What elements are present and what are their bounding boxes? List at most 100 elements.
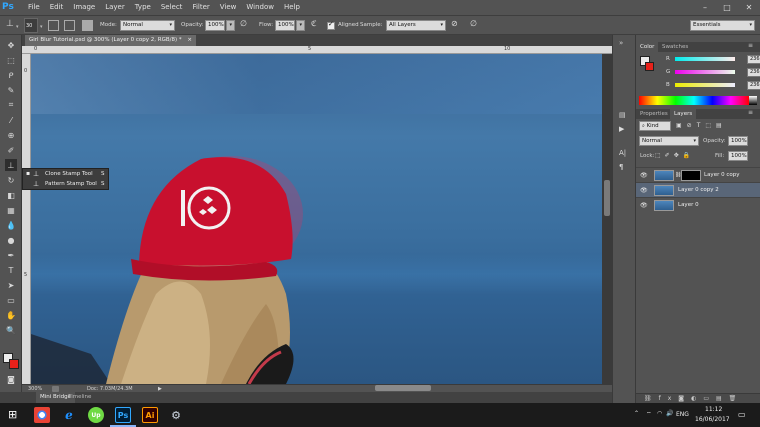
close-icon[interactable]: × (187, 37, 192, 43)
visibility-eye-icon[interactable]: 👁 (640, 183, 648, 198)
green-slider[interactable]: G 236 (666, 68, 760, 77)
blue-slider[interactable]: B 236 (666, 81, 760, 90)
move-tool-icon[interactable]: ✥ (5, 39, 17, 51)
color-spectrum-bar[interactable] (639, 96, 749, 105)
layer-filter-select[interactable]: ⌕ Kind (639, 121, 671, 131)
collapse-icon[interactable]: » (619, 39, 623, 47)
layer-row[interactable]: 👁 Layer 0 copy 2 (636, 182, 760, 197)
black-white-ramp[interactable] (749, 96, 757, 105)
photoshop-icon[interactable]: Ps (115, 407, 131, 423)
brush-dropdown-arrow[interactable]: ▾ (40, 24, 43, 30)
menu-select[interactable]: Select (161, 0, 183, 15)
crop-tool-icon[interactable]: ⌗ (5, 99, 17, 111)
lasso-tool-icon[interactable]: ᑭ (5, 69, 17, 81)
red-track[interactable] (675, 57, 735, 61)
lock-icons[interactable]: ⬚✐✥🔒 (655, 152, 694, 159)
history-icon[interactable]: ▤ (619, 111, 626, 119)
aligned-checkbox[interactable]: ✓ (327, 20, 335, 30)
action-center-icon[interactable]: ▭ (738, 410, 746, 419)
menu-image[interactable]: Image (73, 0, 95, 15)
menu-type[interactable]: Type (135, 0, 151, 15)
network-icon[interactable]: ⌔ (646, 410, 652, 418)
tray-up-arrow-icon[interactable]: ⌃ (634, 410, 639, 417)
green-track[interactable] (675, 70, 735, 74)
healing-brush-tool-icon[interactable]: ⊕ (5, 129, 17, 141)
layer-opacity-input[interactable]: 100% (728, 136, 748, 146)
panel-menu-icon[interactable]: ≡ (748, 109, 753, 116)
vertical-scrollbar[interactable] (602, 54, 612, 384)
visibility-eye-icon[interactable]: 👁 (640, 198, 648, 213)
mode-select[interactable]: Normal ▾ (120, 20, 175, 31)
language-indicator[interactable]: ENG (676, 411, 689, 418)
opacity-dropdown[interactable]: ▾ (226, 20, 235, 31)
chrome-icon[interactable] (34, 407, 50, 423)
actions-icon[interactable]: ▶ (619, 125, 624, 133)
panel-menu-icon[interactable]: ≡ (748, 42, 753, 49)
opacity-input[interactable]: 100% (205, 20, 225, 31)
upwork-icon[interactable]: Up (88, 407, 104, 423)
brush-tool-icon[interactable]: ✐ (5, 144, 17, 156)
vertical-scroll-thumb[interactable] (604, 180, 610, 216)
ignore-adjustment-layers-icon[interactable]: ⊘ (451, 19, 462, 30)
shape-tool-icon[interactable]: ▭ (5, 294, 17, 306)
layer-action-icons[interactable]: ⛓fx◙◐▭▤🗑 (644, 395, 743, 402)
menu-filter[interactable]: Filter (192, 0, 209, 15)
eraser-tool-icon[interactable]: ◧ (5, 189, 17, 201)
green-value[interactable]: 236 (747, 68, 760, 77)
menu-window[interactable]: Window (246, 0, 274, 15)
start-icon[interactable]: ⊞ (8, 408, 17, 421)
clock-time[interactable]: 11:12 (705, 406, 722, 413)
quick-selection-tool-icon[interactable]: ✎ (5, 84, 17, 96)
blue-value[interactable]: 236 (747, 81, 760, 90)
paragraph-icon[interactable]: ¶ (619, 163, 623, 171)
tab-timeline[interactable]: Timeline (64, 392, 95, 403)
preset-dropdown-arrow[interactable]: ▾ (16, 24, 19, 30)
gradient-tool-icon[interactable]: ▦ (5, 204, 17, 216)
blur-tool-icon[interactable]: 💧 (5, 219, 17, 231)
blend-mode-select[interactable]: Normal ▾ (639, 136, 699, 146)
menu-edit[interactable]: Edit (50, 0, 64, 15)
flow-input[interactable]: 100% (275, 20, 295, 31)
document-tab[interactable]: Girl Blur Tutorial.psd @ 300% (Layer 0 c… (25, 35, 196, 46)
document-canvas[interactable] (31, 54, 602, 384)
tab-layers[interactable]: Layers (670, 109, 697, 119)
eyedropper-tool-icon[interactable]: ⁄ (5, 114, 17, 126)
menu-help[interactable]: Help (284, 0, 300, 15)
airbrush-icon[interactable]: ℭ (311, 19, 322, 30)
tab-swatches[interactable]: Swatches (658, 42, 692, 52)
path-selection-tool-icon[interactable]: ➤ (5, 279, 17, 291)
flyout-item-clone-stamp[interactable]: ▪ ⊥ Clone Stamp Tool S (23, 169, 110, 179)
steam-icon[interactable]: ⚙ (168, 407, 184, 423)
pen-tool-icon[interactable]: ✒ (5, 249, 17, 261)
pressure-opacity-icon[interactable]: ∅ (240, 19, 251, 30)
visibility-eye-icon[interactable]: 👁 (640, 168, 648, 183)
red-value[interactable]: 236 (747, 55, 760, 64)
blue-track[interactable] (675, 83, 735, 87)
clone-stamp-tool-icon[interactable]: ⊥ (5, 159, 17, 171)
fill-input[interactable]: 100% (728, 151, 748, 161)
menu-view[interactable]: View (220, 0, 237, 15)
brush-size-picker[interactable]: 30 (24, 18, 38, 33)
maximize-button[interactable]: □ (716, 0, 738, 15)
workspace-select[interactable]: Essentials ▾ (690, 20, 755, 31)
minimize-button[interactable]: – (694, 0, 716, 15)
red-slider[interactable]: R 236 (666, 55, 760, 64)
hand-tool-icon[interactable]: ✋ (5, 309, 17, 321)
dodge-tool-icon[interactable]: ● (5, 234, 17, 246)
sample-select[interactable]: All Layers ▾ (386, 20, 446, 31)
clock-date[interactable]: 16/06/2017 (695, 416, 730, 423)
volume-icon[interactable]: 🔊 (666, 410, 673, 417)
layer-mask-thumbnail[interactable] (681, 170, 701, 181)
zoom-tool-icon[interactable]: 🔍 (5, 324, 17, 336)
flow-dropdown[interactable]: ▾ (296, 20, 305, 31)
tab-color[interactable]: Color (636, 42, 659, 52)
panel-background-swatch[interactable] (645, 62, 654, 71)
pressure-size-icon[interactable]: ∅ (470, 19, 481, 30)
horizontal-scroll-thumb[interactable] (375, 385, 431, 391)
illustrator-icon[interactable]: Ai (142, 407, 158, 423)
brush-panel-icon[interactable] (48, 20, 59, 31)
layer-row[interactable]: 👁 ⛓ Layer 0 copy (636, 167, 760, 182)
ie-icon[interactable]: ℯ (61, 407, 77, 423)
close-button[interactable]: ✕ (738, 0, 760, 15)
wifi-icon[interactable]: ◠ (657, 410, 662, 417)
